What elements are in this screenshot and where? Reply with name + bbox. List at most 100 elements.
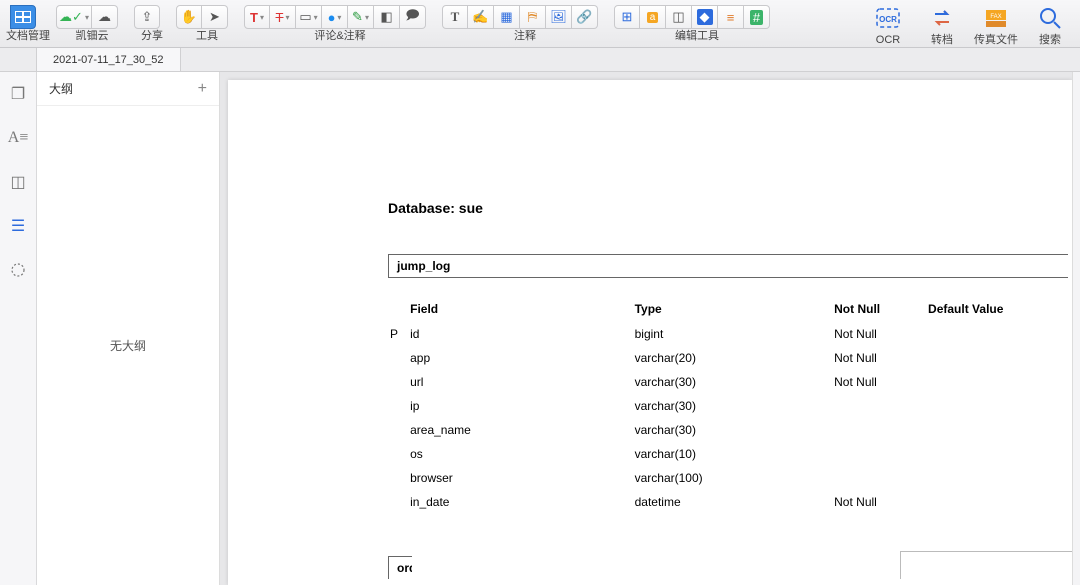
share-button[interactable]: ⇪	[134, 5, 160, 29]
page-a-icon: a	[647, 12, 659, 23]
table-name: jump_log	[397, 259, 450, 273]
drop-icon: ◆	[697, 9, 713, 25]
stamp-circle-button[interactable]: ●▾	[322, 5, 348, 29]
table-row: area_namevarchar(30)	[390, 418, 1072, 442]
rail-thumbnails-icon[interactable]: ❐	[8, 84, 28, 104]
cell-field: os	[410, 442, 635, 466]
cell-field: in_date	[410, 490, 635, 514]
text-icon: T	[451, 9, 460, 25]
cell-type: datetime	[635, 490, 835, 514]
cell-field: id	[410, 322, 635, 346]
rail-ocr-icon[interactable]	[8, 260, 28, 280]
cell-type: varchar(10)	[635, 442, 835, 466]
table-row: ipvarchar(30)	[390, 394, 1072, 418]
link-button[interactable]: 🔗	[572, 5, 598, 29]
table-ann-button[interactable]: ▦	[494, 5, 520, 29]
rail-text-icon[interactable]: A≡	[8, 128, 28, 148]
cell-notnull: Not Null	[834, 490, 928, 514]
cell-type: varchar(20)	[635, 346, 835, 370]
main-area: ❐ A≡ ◫ ☰ 大纲 + 无大纲 Database: sue jump_log	[0, 72, 1080, 585]
document-tab[interactable]: 2021-07-11_17_30_52	[37, 48, 181, 71]
cell-default	[928, 370, 1072, 394]
shape-button[interactable]: ▭▾	[296, 5, 322, 29]
fax-label: 传真文件	[972, 35, 1020, 46]
rail-bookmarks-icon[interactable]: ◫	[8, 172, 28, 192]
text-highlight-button[interactable]: T▾	[244, 5, 270, 29]
thumbnail-view-button[interactable]	[10, 5, 36, 29]
stamp-button[interactable]: ⛿	[520, 5, 546, 29]
cell-notnull	[834, 418, 928, 442]
group-edit: ⊞ a ◫ ◆ ≡ #	[614, 5, 770, 29]
edit-whiteout-button[interactable]: ◆	[692, 5, 718, 29]
edit-headerfooter-button[interactable]: ≡	[718, 5, 744, 29]
select-tool-button[interactable]: ➤	[202, 5, 228, 29]
eraser-button[interactable]: ◧	[374, 5, 400, 29]
outline-panel: 大纲 + 无大纲	[37, 72, 220, 585]
table2-name-box: ord	[388, 556, 412, 579]
eraser-icon: ◧	[380, 9, 392, 25]
strikethrough-button[interactable]: T▾	[270, 5, 296, 29]
fax-button[interactable]: FAX	[976, 1, 1016, 35]
cell-type: varchar(100)	[635, 466, 835, 490]
cell-type: bigint	[635, 322, 835, 346]
table-row: osvarchar(10)	[390, 442, 1072, 466]
cell-default	[928, 346, 1072, 370]
document-viewer[interactable]: Database: sue jump_log Field Type Not Nu…	[220, 72, 1072, 585]
cell-type: varchar(30)	[635, 370, 835, 394]
cloud-upload-button[interactable]: ☁︎	[92, 5, 118, 29]
rail-outline-icon[interactable]: ☰	[8, 216, 28, 236]
edit-doc-button[interactable]: a	[640, 5, 666, 29]
cloud-sync-button[interactable]: ☁︎✓▾	[56, 5, 92, 29]
cell-default	[928, 442, 1072, 466]
page-right-box	[900, 551, 1072, 579]
freehand-button[interactable]: ✎▾	[348, 5, 374, 29]
cell-pk	[390, 418, 410, 442]
ocr-button[interactable]: OCR	[868, 1, 908, 35]
cell-notnull	[834, 394, 928, 418]
pencil-icon: ✎	[352, 9, 363, 25]
note-button[interactable]: 🗩	[400, 5, 426, 29]
outline-empty-text: 无大纲	[37, 106, 219, 585]
cell-notnull: Not Null	[834, 322, 928, 346]
image-button[interactable]: 🖼	[546, 5, 572, 29]
note-icon: 🗩	[405, 6, 419, 28]
cell-pk	[390, 394, 410, 418]
grid-icon: ▦	[500, 9, 512, 25]
edit-bates-button[interactable]: #	[744, 5, 770, 29]
document-page: Database: sue jump_log Field Type Not Nu…	[228, 80, 1072, 585]
hand-tool-button[interactable]: ✋	[176, 5, 202, 29]
outline-add-button[interactable]: +	[198, 80, 207, 98]
cell-default	[928, 418, 1072, 442]
table2-name: ord	[397, 561, 412, 575]
group-annotate-label: 注释	[442, 31, 608, 42]
db-title: Database: sue	[388, 200, 1072, 216]
edit-crop-button[interactable]: ◫	[666, 5, 692, 29]
rect-icon: ▭	[299, 9, 311, 25]
group-share-label: 分享	[134, 31, 170, 42]
group-cloud-label: 凯钿云	[56, 31, 128, 42]
edit-tile1-button[interactable]: ⊞	[614, 5, 640, 29]
cell-default	[928, 394, 1072, 418]
table-row: urlvarchar(30)Not Null	[390, 370, 1072, 394]
cell-field: url	[410, 370, 635, 394]
cell-default	[928, 490, 1072, 514]
text-t-icon: T	[250, 10, 258, 25]
convert-button[interactable]	[922, 1, 962, 35]
cloud-icon: ☁︎	[98, 9, 111, 25]
sign-button[interactable]: ✍	[468, 5, 494, 29]
search-button[interactable]	[1030, 1, 1070, 35]
cell-type: varchar(30)	[635, 394, 835, 418]
table-name-box: jump_log	[388, 254, 1068, 278]
schema-table: Field Type Not Null Default Value Pidbig…	[390, 296, 1072, 514]
stamp-icon: ⛿	[528, 9, 537, 25]
cell-pk: P	[390, 322, 410, 346]
cell-pk	[390, 490, 410, 514]
sign-pen-icon: ✍	[472, 9, 488, 25]
cell-field: browser	[410, 466, 635, 490]
strike-t-icon: T	[276, 10, 284, 25]
toolbar: 文档管理 ☁︎✓▾ ☁︎ 凯钿云 ⇪ 分享 ✋ ➤ 工具	[0, 0, 1080, 48]
filled-circle-icon: ●	[328, 10, 336, 25]
table-row: appvarchar(20)Not Null	[390, 346, 1072, 370]
textbox-button[interactable]: T	[442, 5, 468, 29]
table-row: in_datedatetimeNot Null	[390, 490, 1072, 514]
